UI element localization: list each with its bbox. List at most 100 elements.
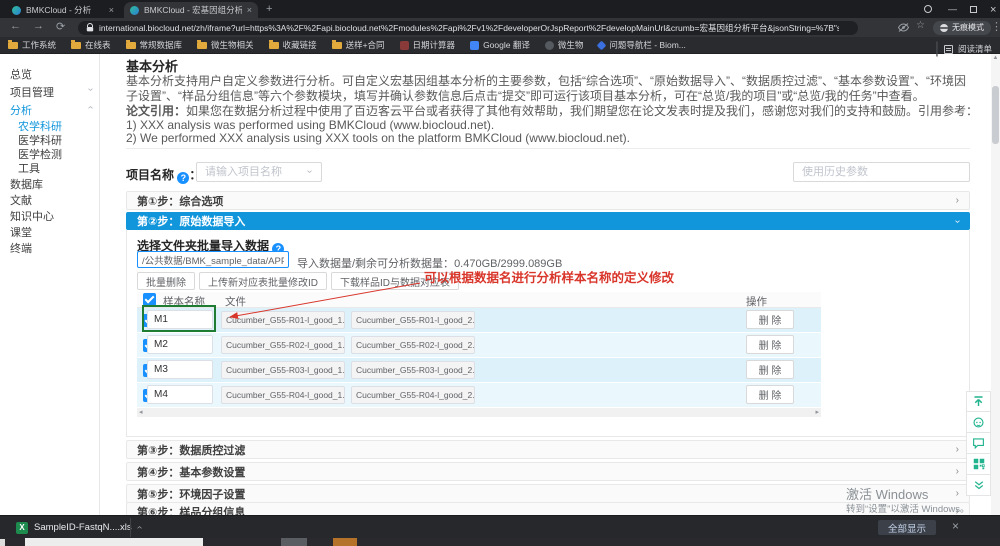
- minimize-icon[interactable]: —: [948, 4, 957, 14]
- bookmark-favorites[interactable]: 收藏链接: [269, 39, 317, 51]
- close-window-icon[interactable]: ×: [990, 4, 996, 16]
- bookmark-sample-contract[interactable]: 送样+合同: [332, 39, 385, 51]
- divider: [130, 518, 131, 537]
- citation-label: 论文引用：: [126, 104, 186, 118]
- bookmark-microbe[interactable]: 微生物: [545, 39, 584, 51]
- address-bar[interactable]: international.biocloud.net/zh/iframe?url…: [78, 21, 858, 35]
- collapse-button[interactable]: [966, 475, 991, 496]
- sidebar-item-knowledge[interactable]: 知识中心: [10, 208, 54, 224]
- sample-name-input[interactable]: [147, 360, 213, 379]
- reading-list-button[interactable]: | 阅读清单: [935, 40, 992, 58]
- sidebar-item-project-mgmt[interactable]: 项目管理›: [10, 84, 92, 100]
- bookmark-work-system[interactable]: 工作系统: [8, 39, 56, 51]
- sample-name-input[interactable]: [147, 310, 213, 329]
- sidebar-item-overview[interactable]: 总览: [10, 66, 32, 82]
- file-chip: Cucumber_G55-R02-l_good_1.fq.gz: [221, 336, 345, 354]
- menu-icon[interactable]: ⋮: [991, 20, 1000, 33]
- browser-tab-analysis[interactable]: BMKCloud - 分析 ×: [6, 2, 120, 18]
- chevron-down-icon: ›: [304, 170, 315, 173]
- sidebar-item-literature[interactable]: 文献: [10, 192, 32, 208]
- select-all-checkbox[interactable]: [143, 293, 156, 306]
- info-icon[interactable]: ?: [177, 172, 189, 184]
- bookmark-online-sheet[interactable]: 在线表: [71, 39, 111, 51]
- sidebar-item-tools[interactable]: 工具: [18, 160, 40, 176]
- scroll-left-icon[interactable]: ◂: [139, 408, 143, 417]
- scrollbar-thumb[interactable]: [992, 86, 999, 144]
- step-1-bar[interactable]: 第①步：综合选项›: [126, 191, 970, 210]
- sample-name-input[interactable]: [147, 335, 213, 354]
- batch-delete-button[interactable]: 批量删除: [137, 272, 195, 290]
- chevron-up-icon[interactable]: ›: [134, 526, 145, 529]
- file-chip: Cucumber_G55-R03-l_good_1.fq.gz: [221, 361, 345, 379]
- column-header-sample-name: 样本名称: [163, 294, 205, 309]
- history-params-input[interactable]: [793, 162, 970, 182]
- chevron-right-icon: ›: [956, 466, 959, 477]
- bookmark-common-db[interactable]: 常规数据库: [126, 39, 183, 51]
- vertical-scrollbar[interactable]: ▲: [991, 54, 1000, 515]
- bookmarks-bar: 工作系统 在线表 常规数据库 微生物相关 收藏链接 送样+合同 日期计算器 Go…: [0, 37, 1000, 54]
- customer-service-button[interactable]: [966, 412, 991, 433]
- scroll-right-icon[interactable]: ▸: [815, 408, 819, 417]
- column-header-actions: 操作: [746, 294, 767, 309]
- table-header-row: 样本名称 文件 操作: [137, 292, 821, 308]
- horizontal-scrollbar[interactable]: ◂ ▸: [137, 408, 821, 417]
- delete-button[interactable]: 删 除: [746, 385, 794, 404]
- bookmark-google-translate[interactable]: Google 翻译: [470, 39, 530, 51]
- sidebar-item-classroom[interactable]: 课堂: [10, 224, 32, 240]
- browser-tab-metagenome[interactable]: BMKCloud - 宏基因组分析平台 ×: [124, 2, 258, 18]
- step-5-bar[interactable]: 第⑤步：环境因子设置›: [126, 484, 970, 503]
- tab-close-icon[interactable]: ×: [109, 6, 114, 15]
- forward-icon[interactable]: →: [33, 20, 44, 32]
- close-download-bar-icon[interactable]: ×: [952, 519, 959, 533]
- taskbar-start-fragment[interactable]: [0, 539, 5, 546]
- delete-button[interactable]: 删 除: [746, 310, 794, 329]
- taskbar-search-box[interactable]: [25, 538, 203, 546]
- delete-button[interactable]: 删 除: [746, 335, 794, 354]
- diamond-icon: [597, 40, 607, 50]
- bookmark-question-nav[interactable]: 问题导航栏 - Biom...: [598, 39, 686, 51]
- taskbar-highlighted-app[interactable]: [333, 538, 357, 546]
- back-icon[interactable]: ←: [10, 20, 21, 32]
- folder-path-input[interactable]: [137, 251, 289, 268]
- step-3-bar[interactable]: 第③步：数据质控过滤›: [126, 440, 970, 459]
- delete-button[interactable]: 删 除: [746, 360, 794, 379]
- incognito-badge[interactable]: 无痕模式: [933, 21, 991, 35]
- reload-icon[interactable]: ⟳: [56, 20, 65, 33]
- step-2-bar[interactable]: 第②步：原始数据导入›: [126, 212, 970, 230]
- sidebar-item-analysis[interactable]: 分析›: [10, 102, 92, 118]
- chevron-right-icon: ›: [956, 488, 959, 499]
- taskbar-active-app[interactable]: [281, 538, 307, 546]
- bmkcloud-favicon: [12, 6, 21, 15]
- divider: [126, 148, 970, 149]
- scroll-up-icon[interactable]: ▲: [991, 54, 1000, 62]
- feedback-button[interactable]: [966, 433, 991, 454]
- star-icon[interactable]: ☆: [916, 20, 925, 31]
- step-4-bar[interactable]: 第④步：基本参数设置›: [126, 462, 970, 481]
- upload-mapping-button[interactable]: 上传新对应表批量修改ID: [199, 272, 327, 290]
- sidebar-item-terminal[interactable]: 终端: [10, 240, 32, 256]
- tab-close-icon[interactable]: ×: [247, 6, 252, 15]
- sample-name-input[interactable]: [147, 385, 213, 404]
- project-name-input[interactable]: [196, 162, 322, 182]
- settings-icon[interactable]: [924, 5, 932, 15]
- citation-text: 论文引用：如果您在数据分析过程中使用了百迈客云平台或者获得了其他有效帮助，我们期…: [126, 104, 978, 119]
- downloaded-file-name: SampleID-FastqN....xls: [34, 522, 132, 533]
- maximize-icon[interactable]: [970, 5, 977, 15]
- bookmark-date-calculator[interactable]: 日期计算器: [400, 39, 456, 51]
- folder-icon: [8, 42, 18, 49]
- file-chip: Cucumber_G55-R02-l_good_2.fq.gz: [351, 336, 475, 354]
- bookmark-microbe-related[interactable]: 微生物相关: [197, 39, 254, 51]
- qr-code-button[interactable]: [966, 454, 991, 475]
- chevron-down-icon: ›: [952, 219, 963, 222]
- downloaded-file-chip[interactable]: X SampleID-FastqN....xls ›: [16, 519, 141, 536]
- folder-icon: [126, 42, 136, 49]
- eye-off-icon[interactable]: [898, 23, 909, 32]
- back-to-top-button[interactable]: [966, 391, 991, 412]
- double-chevron-down-icon: [973, 480, 985, 491]
- file-chip: Cucumber_G55-R01-l_good_1.fq.gz: [221, 311, 345, 329]
- show-all-downloads-button[interactable]: 全部显示: [878, 520, 936, 535]
- sidebar-item-database[interactable]: 数据库: [10, 176, 43, 192]
- lock-icon: [86, 23, 94, 32]
- new-tab-button[interactable]: +: [266, 3, 272, 15]
- screen: BMKCloud - 分析 × BMKCloud - 宏基因组分析平台 × + …: [0, 0, 1000, 546]
